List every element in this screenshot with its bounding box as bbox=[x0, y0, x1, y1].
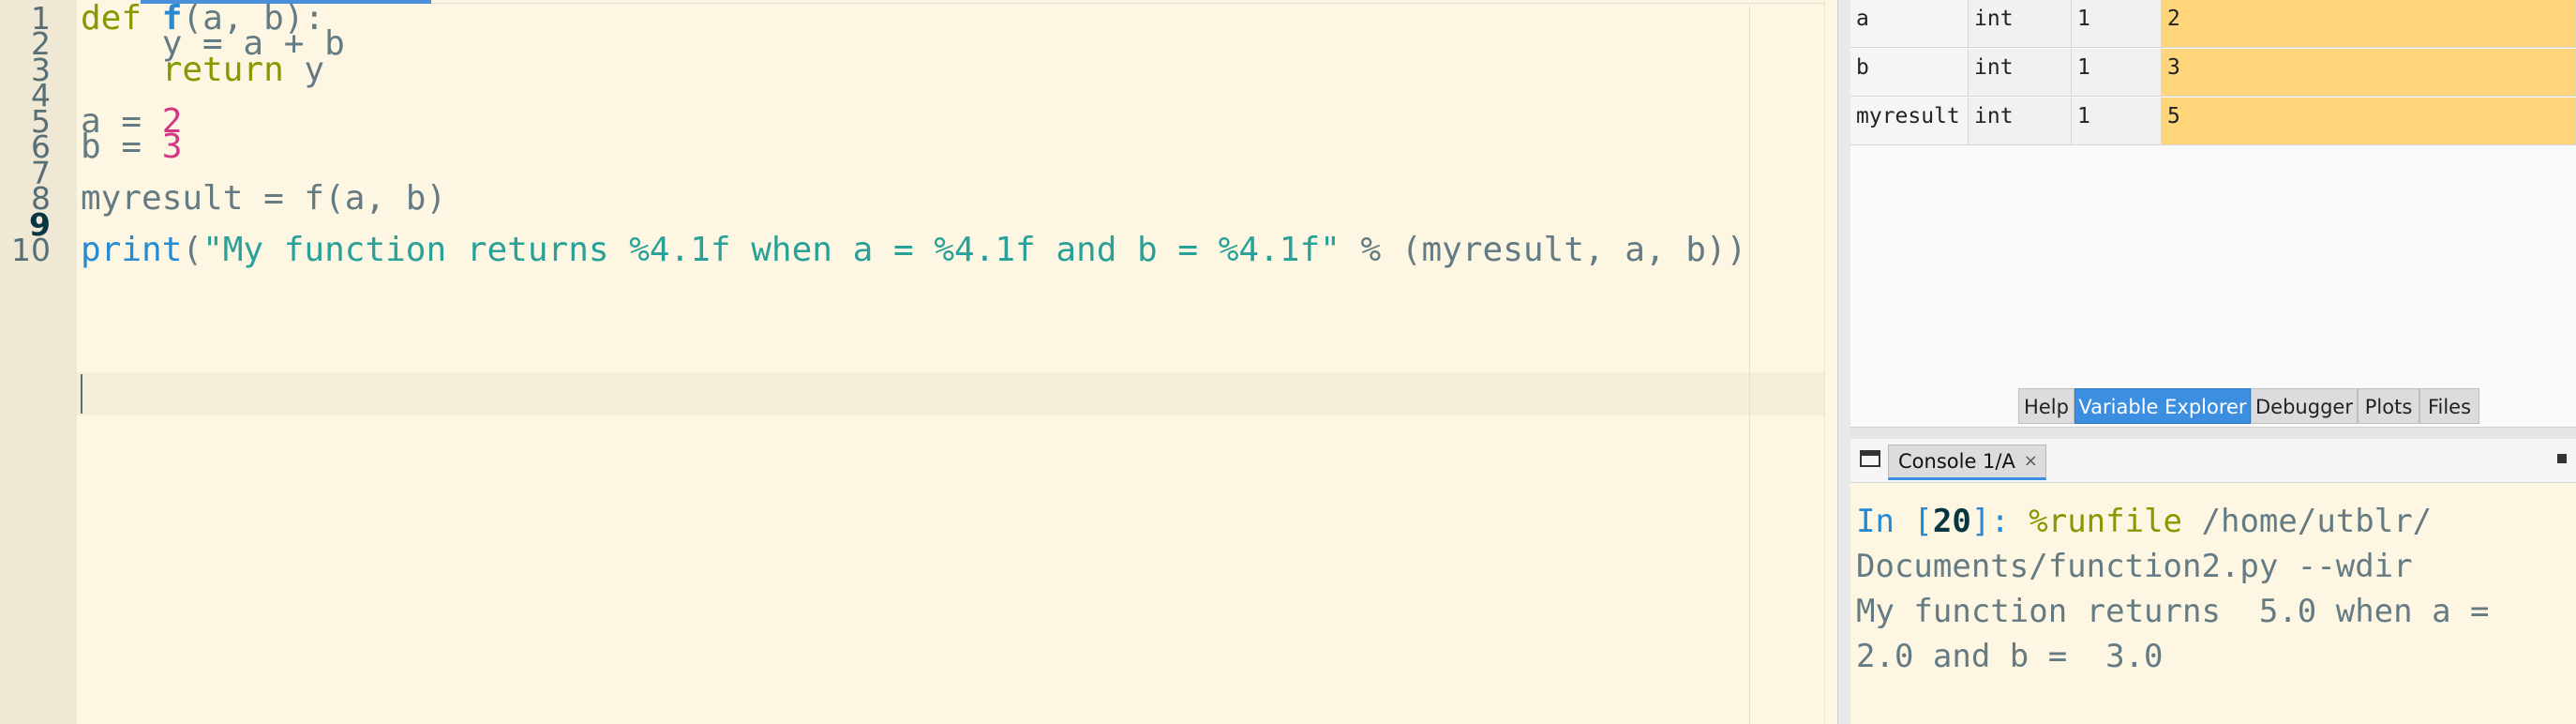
editor-top-border bbox=[431, 3, 1837, 4]
code-line-10[interactable]: print("My function returns %4.1f when a … bbox=[81, 228, 1746, 273]
prompt-in: In [ bbox=[1856, 503, 1933, 540]
options-icon[interactable] bbox=[2557, 454, 2567, 463]
magic-command: %runfile bbox=[2029, 503, 2183, 540]
builtin-print: print bbox=[81, 231, 183, 269]
number-literal: 3 bbox=[161, 128, 183, 166]
code-editor[interactable]: 1 2 3 4 5 6 7 8 9 10 def f(a, b): y = a … bbox=[0, 0, 1837, 724]
variable-value[interactable]: 3 bbox=[2162, 49, 2576, 97]
edge-line bbox=[1749, 6, 1750, 724]
tab-plots[interactable]: Plots bbox=[2358, 388, 2419, 424]
variable-size[interactable]: 1 bbox=[2072, 0, 2162, 48]
text-cursor bbox=[81, 374, 82, 414]
string-literal: "My function returns %4.1f when a = %4.1… bbox=[202, 231, 1340, 269]
console-output-line: 2.0 and b = 3.0 bbox=[1856, 638, 2164, 675]
variable-size[interactable]: 1 bbox=[2072, 98, 2162, 145]
format-args: % (myresult, a, b)) bbox=[1340, 231, 1747, 269]
console-input-line: In [20]: %runfile /home/utblr/ bbox=[1856, 499, 2569, 544]
console-tab[interactable]: Console 1/A × bbox=[1888, 445, 2046, 480]
editor-scrollbar[interactable] bbox=[1824, 0, 1837, 724]
paren: ( bbox=[182, 231, 203, 269]
variable-name[interactable]: b bbox=[1850, 49, 1969, 97]
assignment: b = bbox=[81, 128, 162, 166]
tab-variable-explorer[interactable]: Variable Explorer bbox=[2074, 388, 2251, 424]
return-value: y bbox=[283, 51, 325, 89]
variable-row[interactable]: myresult int 1 5 bbox=[1850, 98, 2576, 146]
console-output[interactable]: In [20]: %runfile /home/utblr/Documents/… bbox=[1856, 499, 2569, 679]
variable-size[interactable]: 1 bbox=[2072, 49, 2162, 97]
variable-row[interactable]: a int 1 2 bbox=[1850, 0, 2576, 49]
variable-value[interactable]: 5 bbox=[2162, 98, 2576, 145]
right-pane: a int 1 2 b int 1 3 myresult int 1 5 Hel… bbox=[1850, 0, 2576, 724]
code-line-8[interactable]: myresult = f(a, b) bbox=[81, 176, 446, 221]
console-tab-label: Console 1/A bbox=[1898, 450, 2015, 473]
variable-type[interactable]: int bbox=[1969, 49, 2072, 97]
pane-tab-bar: Help Variable Explorer Debugger Plots Fi… bbox=[1850, 388, 2576, 426]
variable-type[interactable]: int bbox=[1969, 0, 2072, 48]
variable-row[interactable]: b int 1 3 bbox=[1850, 49, 2576, 98]
console-output-line: My function returns 5.0 when a = bbox=[1856, 593, 2490, 630]
variable-value[interactable]: 2 bbox=[2162, 0, 2576, 48]
tab-debugger[interactable]: Debugger bbox=[2251, 388, 2358, 424]
code-line-6[interactable]: b = 3 bbox=[81, 125, 182, 170]
line-number-gutter: 1 2 3 4 5 6 7 8 9 10 bbox=[0, 0, 77, 724]
command-args: /home/utblr/ bbox=[2182, 503, 2433, 540]
variable-name[interactable]: myresult bbox=[1850, 98, 1969, 145]
code-line-3[interactable]: return y bbox=[81, 48, 324, 93]
current-line-highlight bbox=[77, 372, 1824, 415]
close-icon[interactable]: × bbox=[2024, 445, 2038, 477]
ipython-console[interactable]: Console 1/A × In [20]: %runfile /home/ut… bbox=[1850, 439, 2576, 724]
prompt-number: 20 bbox=[1932, 503, 1971, 540]
tab-help[interactable]: Help bbox=[2018, 388, 2074, 424]
browse-tabs-icon[interactable] bbox=[1860, 450, 1880, 467]
variable-name[interactable]: a bbox=[1850, 0, 1969, 48]
variable-explorer: a int 1 2 b int 1 3 myresult int 1 5 Hel… bbox=[1850, 0, 2576, 427]
console-tab-bar: Console 1/A × bbox=[1850, 439, 2576, 483]
tab-files[interactable]: Files bbox=[2419, 388, 2479, 424]
line-number: 10 bbox=[11, 232, 51, 268]
prompt-close: ]: bbox=[1970, 503, 2029, 540]
keyword-return: return bbox=[161, 51, 284, 89]
variable-type[interactable]: int bbox=[1969, 98, 2072, 145]
console-input-line-2: Documents/function2.py --wdir bbox=[1856, 548, 2413, 585]
pane-separator[interactable] bbox=[1850, 427, 2576, 440]
